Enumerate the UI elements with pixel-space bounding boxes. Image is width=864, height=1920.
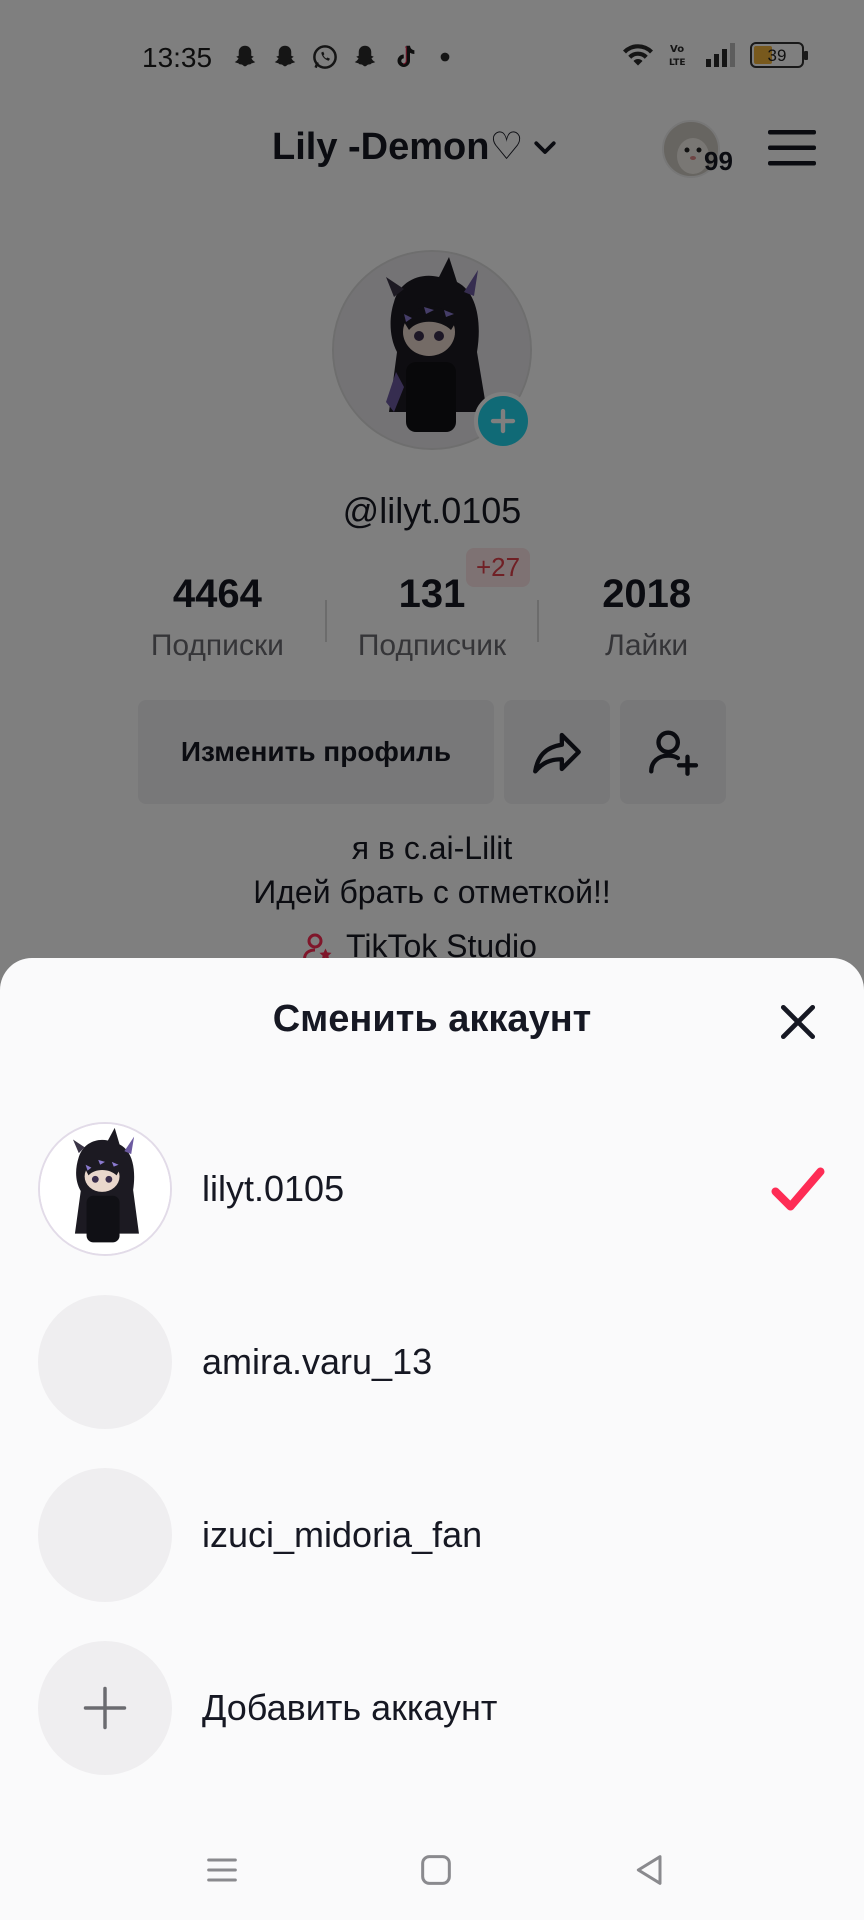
add-account-label: Добавить аккаунт [202, 1687, 498, 1728]
account-row-izuci[interactable]: izuci_midoria_fan [38, 1468, 828, 1602]
checkmark-icon [771, 1167, 825, 1211]
account-row-lilyt[interactable]: lilyt.0105 [38, 1122, 828, 1256]
system-nav-bar [0, 1820, 864, 1920]
add-account-button[interactable]: Добавить аккаунт [38, 1641, 828, 1775]
sheet-title: Сменить аккаунт [272, 998, 592, 1040]
account-row-amira[interactable]: amira.varu_13 [38, 1295, 828, 1429]
recent-apps-icon[interactable] [202, 1850, 242, 1890]
home-icon[interactable] [416, 1850, 456, 1890]
demon-character-avatar-icon [40, 1124, 170, 1254]
avatar [38, 1295, 172, 1429]
account-username: izuci_midoria_fan [202, 1514, 483, 1555]
close-icon[interactable] [776, 1000, 820, 1044]
account-username: lilyt.0105 [202, 1168, 345, 1209]
add-account-avatar [38, 1641, 172, 1775]
back-icon[interactable] [630, 1850, 670, 1890]
avatar [38, 1122, 172, 1256]
plus-icon [83, 1686, 127, 1730]
avatar [38, 1468, 172, 1602]
account-username: amira.varu_13 [202, 1341, 433, 1382]
switch-account-sheet: Сменить аккаунт lilyt.0105 amira.varu_13… [0, 958, 864, 1920]
